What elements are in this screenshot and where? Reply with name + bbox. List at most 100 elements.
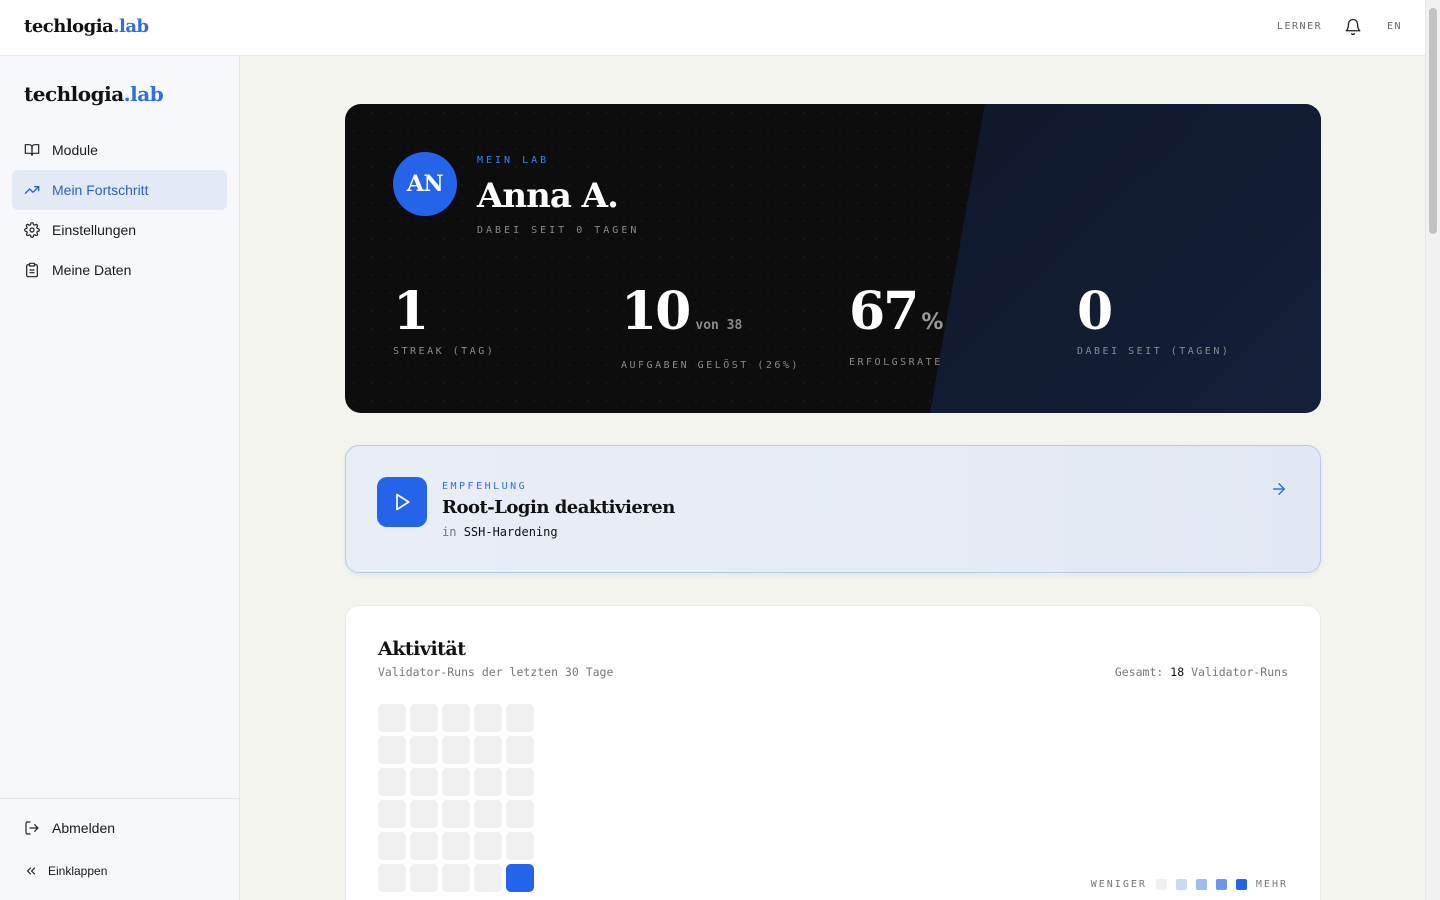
legend-swatch [1155, 879, 1167, 890]
legend-less: WENIGER [1090, 879, 1147, 890]
chevrons-left-icon [26, 867, 36, 875]
logout-label: Abmelden [52, 820, 116, 836]
stat-label: STREAK (TAG) [393, 346, 496, 357]
top-bar: techlogia.lab LERNER EN [0, 0, 1425, 56]
heatmap-cell[interactable] [378, 704, 406, 732]
book-icon [24, 142, 40, 158]
activity-subtitle: Validator-Runs der letzten 30 Tage [378, 665, 614, 679]
stat-number: 1 [393, 281, 429, 342]
logout-button[interactable]: Abmelden [24, 820, 115, 836]
module-name: SSH-Hardening [463, 525, 558, 539]
heatmap-cell[interactable] [474, 704, 502, 732]
heatmap-cell[interactable] [474, 832, 502, 860]
legend-swatch [1235, 879, 1247, 890]
bell-icon[interactable] [1344, 18, 1362, 36]
sidebar-item-mein-fortschritt[interactable]: Mein Fortschritt [12, 170, 227, 210]
legend-swatch [1195, 879, 1207, 890]
total-value: 18 [1170, 665, 1185, 679]
heatmap-cell[interactable] [410, 768, 438, 796]
brand-accent: .lab [113, 16, 149, 37]
recommendation-module: in SSH-Hardening [442, 525, 558, 539]
hero-kicker: MEIN LAB [477, 155, 550, 166]
sidebar-item-module[interactable]: Module [12, 130, 227, 170]
stat-suffix: % [921, 310, 944, 335]
heatmap-cell[interactable] [378, 864, 406, 892]
heatmap-cell[interactable] [442, 768, 470, 796]
heatmap-cell[interactable] [410, 800, 438, 828]
heatmap-cell[interactable] [410, 832, 438, 860]
heatmap-cell[interactable] [378, 736, 406, 764]
heatmap-cell[interactable] [410, 736, 438, 764]
stat-number: 0 [1077, 281, 1113, 342]
heatmap-cell[interactable] [474, 800, 502, 828]
stat-label: DABEI SEIT (TAGEN) [1077, 346, 1231, 357]
stat-success-rate: 67% ERFOLGSRATE [849, 282, 943, 369]
collapse-sidebar-button[interactable]: Einklappen [24, 864, 107, 878]
sidebar-item-label: Einstellungen [52, 222, 137, 238]
activity-heatmap [378, 704, 534, 892]
heatmap-cell[interactable] [378, 768, 406, 796]
heatmap-cell[interactable] [442, 864, 470, 892]
heatmap-cell[interactable] [474, 768, 502, 796]
heatmap-cell[interactable] [442, 736, 470, 764]
activity-total: Gesamt: 18 Validator-Runs [1115, 665, 1288, 679]
heatmap-cell[interactable] [442, 704, 470, 732]
play-button[interactable] [377, 477, 427, 527]
legend-swatches [1155, 879, 1256, 890]
activity-title: Aktivität [378, 638, 466, 660]
heatmap-cell[interactable] [506, 832, 534, 860]
activity-legend: WENIGER MEHR [1091, 879, 1288, 890]
scrollbar-thumb[interactable] [1429, 8, 1437, 234]
heatmap-cell[interactable] [506, 736, 534, 764]
user-name: Anna A. [477, 176, 619, 216]
sidebar-item-meine-daten[interactable]: Meine Daten [12, 250, 227, 290]
sidebar-item-einstellungen[interactable]: Einstellungen [12, 210, 227, 250]
heatmap-cell[interactable] [410, 864, 438, 892]
arrow-right-icon[interactable] [1270, 480, 1288, 498]
stat-tasks-solved: 10 von 38 AUFGABEN GELÖST (26%) [621, 281, 800, 372]
recommendation-title: Root-Login deaktivieren [442, 497, 675, 518]
heatmap-cell[interactable] [410, 704, 438, 732]
top-brand-logo[interactable]: techlogia.lab [24, 16, 149, 37]
sidebar-brand-logo[interactable]: techlogia.lab [24, 82, 164, 106]
language-switch[interactable]: EN [1387, 21, 1402, 32]
profile-hero-card: AN MEIN LAB Anna A. DABEI SEIT 0 TAGEN 1… [345, 104, 1321, 413]
heatmap-cell[interactable] [506, 768, 534, 796]
legend-swatch [1215, 879, 1227, 890]
stat-days-member: 0 DABEI SEIT (TAGEN) [1077, 282, 1231, 358]
sidebar-divider [0, 798, 239, 799]
collapse-label: Einklappen [48, 864, 108, 878]
play-icon [396, 493, 410, 511]
heatmap-cell[interactable] [506, 864, 534, 892]
recommendation-card[interactable]: EMPFEHLUNG Root-Login deaktivieren in SS… [345, 445, 1321, 573]
stat-number: 67 [849, 281, 919, 342]
total-suffix: Validator-Runs [1191, 665, 1288, 679]
stat-value: 67% [849, 282, 943, 353]
heatmap-cell[interactable] [506, 800, 534, 828]
heatmap-cell[interactable] [474, 864, 502, 892]
heatmap-cell[interactable] [442, 800, 470, 828]
heatmap-cell[interactable] [378, 832, 406, 860]
stat-number: 10 [621, 281, 691, 342]
sidebar-item-label: Meine Daten [52, 262, 132, 278]
heatmap-cell[interactable] [474, 736, 502, 764]
legend-more: MEHR [1255, 879, 1288, 890]
brand-accent: .lab [123, 82, 164, 106]
module-prefix: in [442, 525, 457, 539]
clipboard-icon [24, 262, 40, 278]
activity-card: Aktivität Validator-Runs der letzten 30 … [345, 605, 1321, 900]
heatmap-cell[interactable] [506, 704, 534, 732]
sidebar-item-label: Module [52, 142, 98, 158]
stat-streak: 1 STREAK (TAG) [393, 281, 496, 358]
sidebar: techlogia.lab Module Mein Fortschritt Ei… [0, 56, 240, 900]
gear-icon [24, 222, 40, 238]
heatmap-cell[interactable] [378, 800, 406, 828]
brand-name: techlogia [24, 16, 114, 37]
member-since: DABEI SEIT 0 TAGEN [477, 225, 640, 236]
heatmap-cell[interactable] [442, 832, 470, 860]
legend-swatch [1175, 879, 1187, 890]
stat-suffix: von 38 [695, 318, 743, 333]
brand-name: techlogia [24, 82, 124, 106]
total-prefix: Gesamt: [1114, 665, 1164, 679]
stat-value: 0 [1077, 282, 1230, 342]
